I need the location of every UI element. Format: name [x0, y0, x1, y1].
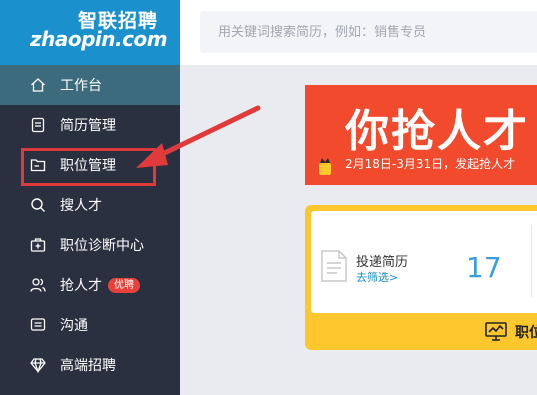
stat-card: 投递简历 去筛选> 17	[311, 211, 537, 313]
annotation-highlight-box	[21, 148, 156, 186]
sidebar-item-resume-management[interactable]: 简历管理	[0, 105, 180, 145]
go-filter-link[interactable]: 去筛选>	[356, 269, 398, 285]
banner-title: 你抢人才	[345, 106, 529, 157]
document-icon	[321, 250, 347, 282]
monitor-chart-icon	[485, 322, 507, 341]
sidebar-item-search-talent[interactable]: 搜人才	[0, 185, 180, 225]
sidebar-item-label: 简历管理	[60, 118, 116, 134]
sidebar-item-label: 沟通	[60, 318, 88, 334]
diamond-icon	[30, 357, 46, 373]
card-divider	[531, 225, 532, 297]
sidebar-item-label: 职位诊断中心	[60, 238, 144, 254]
search-box[interactable]	[200, 11, 537, 53]
banner-subtitle: 2月18日-3月31日，发起抢人才	[345, 157, 516, 171]
sidebar: 智联招聘 zhaopin.com 工作台 简历管理 职位管理 搜人才 职位诊断中…	[0, 0, 180, 395]
search-icon	[30, 197, 46, 213]
sidebar-item-label: 高端招聘	[60, 358, 116, 374]
zhaopin-logo[interactable]: 智联招聘 zhaopin.com	[0, 0, 180, 65]
resume-submissions-label: 投递简历	[356, 255, 409, 270]
sidebar-item-label: 抢人才	[60, 278, 102, 294]
promo-banner[interactable]: 你抢人才 2月18日-3月31日，发起抢人才	[305, 85, 537, 185]
resume-submissions-count[interactable]: 17	[466, 251, 502, 284]
stat-card-container: 投递简历 去筛选> 17 职位	[305, 205, 537, 350]
job-footer-label: 职位	[515, 325, 537, 341]
youpin-badge: 优聘	[108, 277, 140, 293]
sidebar-item-job-diagnosis-center[interactable]: 职位诊断中心	[0, 225, 180, 265]
sidebar-item-workbench[interactable]: 工作台	[0, 65, 180, 105]
sidebar-item-label: 工作台	[60, 78, 102, 94]
home-icon	[30, 77, 46, 93]
sidebar-item-high-end-recruitment[interactable]: 高端招聘	[0, 345, 180, 385]
medical-kit-icon	[30, 237, 46, 253]
sidebar-menu: 工作台 简历管理 职位管理 搜人才 职位诊断中心 抢人才 优聘 沟通 高端招聘	[0, 65, 180, 385]
sidebar-item-label: 搜人才	[60, 198, 102, 214]
sidebar-item-grab-talent[interactable]: 抢人才 优聘	[0, 265, 180, 305]
users-icon	[30, 277, 46, 293]
search-input[interactable]	[218, 24, 537, 40]
logo-latin-text: zhaopin.com	[30, 27, 168, 51]
resume-icon	[30, 117, 46, 133]
sidebar-item-communication[interactable]: 沟通	[0, 305, 180, 345]
job-footer[interactable]: 职位	[485, 322, 537, 342]
chat-icon	[30, 317, 46, 333]
top-bar	[180, 0, 537, 65]
mascot-icon	[319, 158, 331, 175]
